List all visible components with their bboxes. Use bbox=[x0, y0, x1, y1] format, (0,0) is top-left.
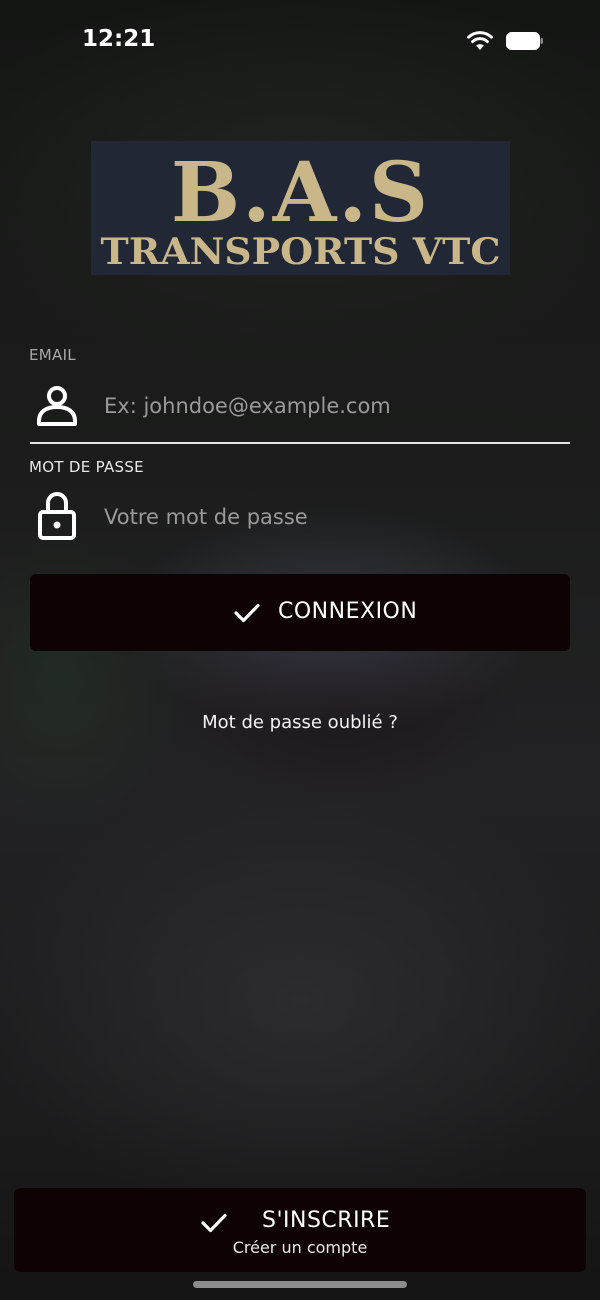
brand-logo: B.A.S TRANSPORTS VTC bbox=[91, 141, 510, 275]
forgot-password-link[interactable]: Mot de passe oublié ? bbox=[0, 712, 600, 733]
password-input[interactable] bbox=[104, 497, 564, 537]
login-screen: 12:21 B.A.S TRANSPORTS VTC EMAIL MOT DE … bbox=[0, 0, 600, 1300]
brand-logo-graphic: B.A.S TRANSPORTS VTC bbox=[101, 145, 501, 273]
signup-button[interactable]: S'INSCRIRE Créer un compte bbox=[14, 1188, 586, 1272]
logo-line1: B.A.S bbox=[171, 145, 430, 241]
email-underline bbox=[30, 442, 570, 444]
signup-button-label: S'INSCRIRE bbox=[262, 1208, 391, 1233]
login-button-label: CONNEXION bbox=[278, 599, 418, 624]
status-time: 12:21 bbox=[82, 26, 156, 52]
user-icon bbox=[37, 386, 77, 426]
email-label: EMAIL bbox=[29, 346, 76, 364]
wifi-icon bbox=[467, 31, 493, 50]
check-icon bbox=[234, 603, 260, 623]
logo-line2: TRANSPORTS VTC bbox=[101, 231, 501, 273]
password-label: MOT DE PASSE bbox=[29, 458, 144, 476]
login-button[interactable]: CONNEXION bbox=[30, 574, 570, 651]
check-icon bbox=[201, 1213, 227, 1233]
status-bar: 12:21 bbox=[0, 0, 600, 80]
signup-button-sublabel: Créer un compte bbox=[232, 1238, 368, 1257]
battery-icon bbox=[506, 32, 543, 50]
lock-icon bbox=[38, 492, 76, 540]
email-input[interactable] bbox=[104, 386, 564, 426]
home-indicator[interactable] bbox=[193, 1281, 407, 1288]
